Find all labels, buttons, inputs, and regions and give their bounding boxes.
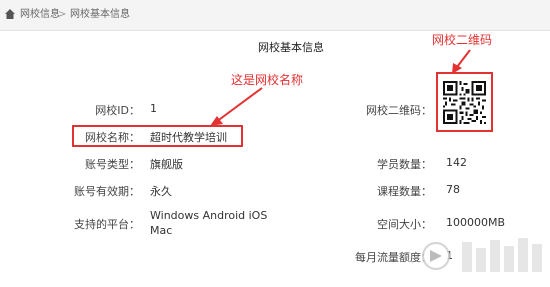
student-count-label: 学员数量： <box>377 158 432 171</box>
course-count-label: 课程数量： <box>377 185 432 198</box>
school-name-value: 超时代教学培训 <box>150 131 227 144</box>
space-size-label: 空间大小： <box>377 218 432 231</box>
monthly-traffic-value: 1 <box>446 249 453 262</box>
platforms-label: 支持的平台： <box>74 218 140 231</box>
student-count-value: 142 <box>446 156 467 169</box>
platforms-value-line1: Windows Android iOS <box>150 209 268 222</box>
monthly-traffic-label: 每月流量额度： <box>355 251 432 264</box>
platforms-value-line2: Mac <box>150 224 173 237</box>
school-name-label: 网校名称： <box>85 131 140 144</box>
qr-code-label: 网校二维码： <box>366 104 432 117</box>
school-id-value: 1 <box>150 102 157 115</box>
qr-code-icon <box>443 81 486 124</box>
account-type-value: 旗舰版 <box>150 158 183 171</box>
account-type-label: 账号类型： <box>85 158 140 171</box>
course-count-value: 78 <box>446 183 460 196</box>
account-validity-label: 账号有效期： <box>74 185 140 198</box>
account-validity-value: 永久 <box>150 185 172 198</box>
space-size-value: 100000MB <box>446 216 506 229</box>
school-id-label: 网校ID： <box>95 104 140 117</box>
